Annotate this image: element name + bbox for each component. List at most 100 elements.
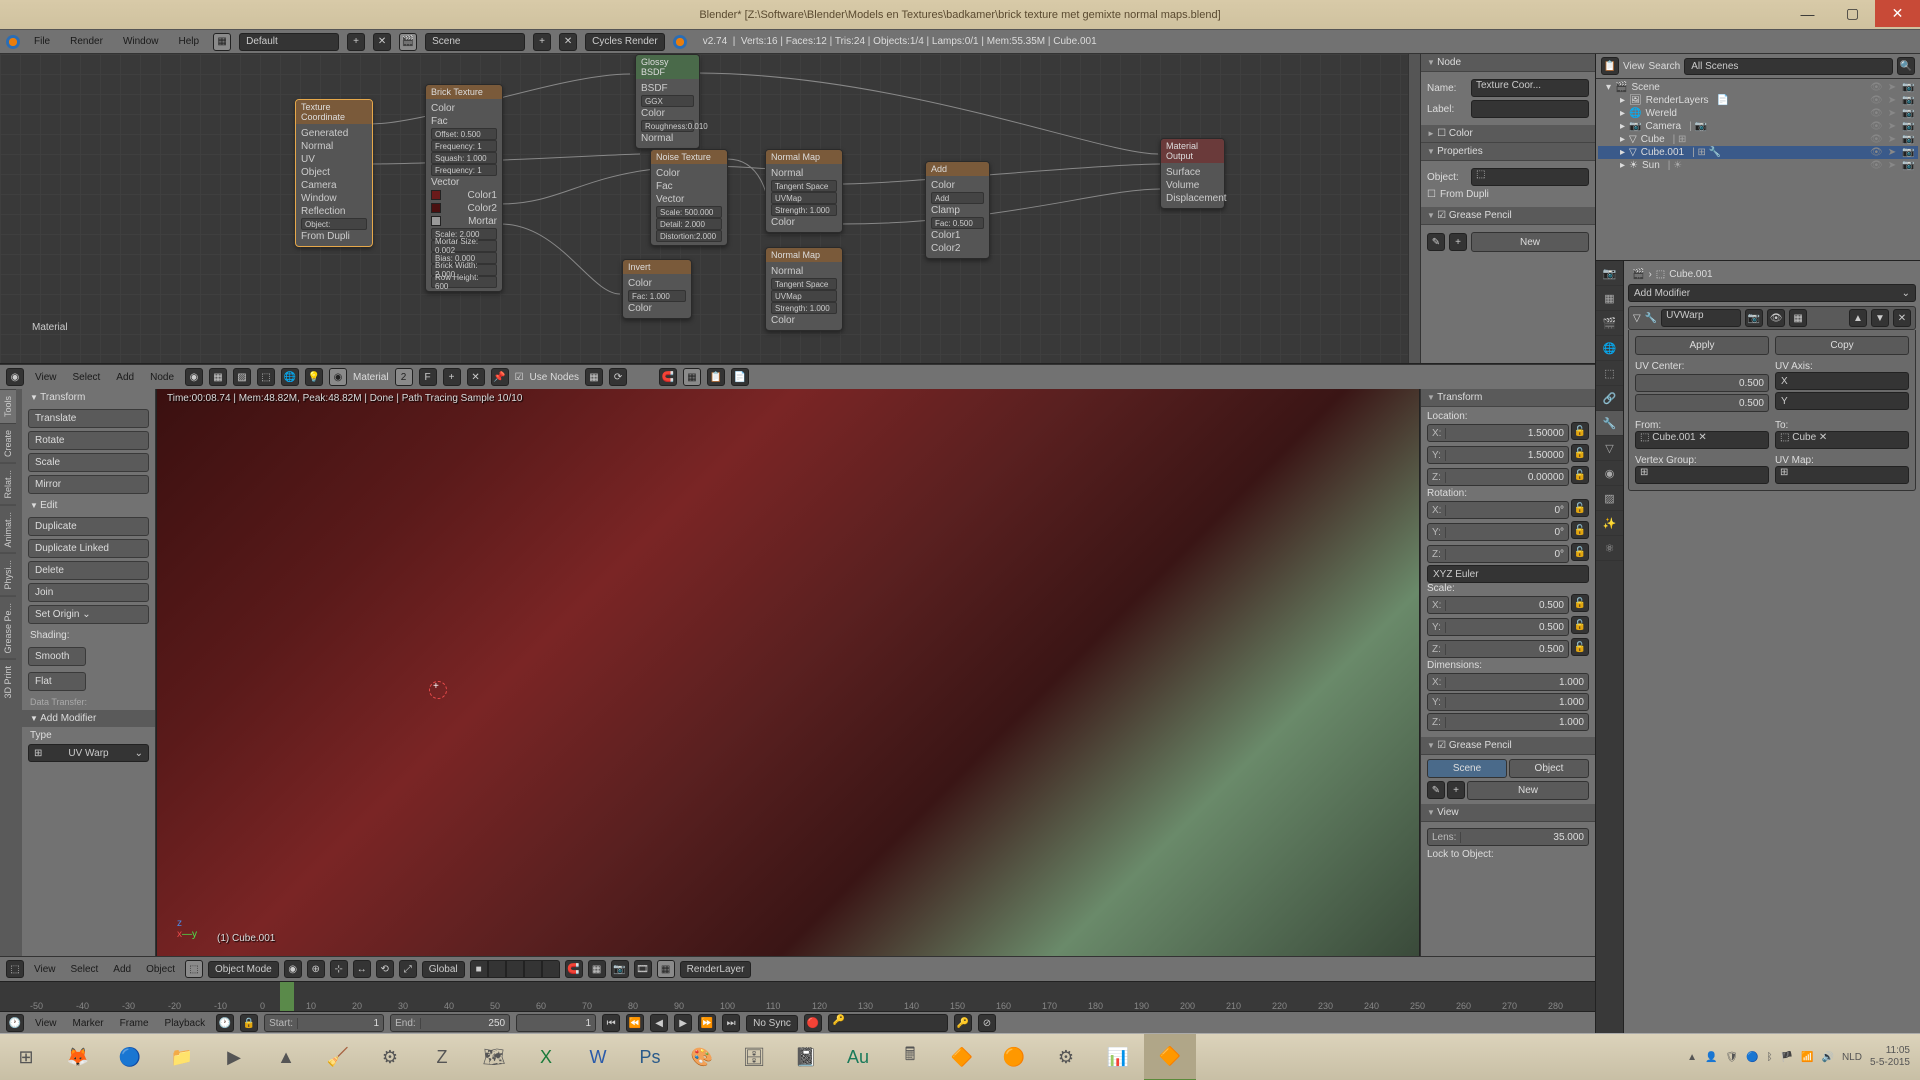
shader-tree-icon[interactable]: ◉ — [185, 368, 203, 386]
dim-x-field[interactable]: 1.000 — [1446, 677, 1588, 688]
gp-data-browse-icon[interactable]: ✎ — [1427, 781, 1445, 799]
outliner-row-wereld[interactable]: ▸🌐Wereld👁➤📷 — [1598, 107, 1918, 120]
node-mix-add[interactable]: Add Color Add Clamp Fac: 0.500 Color1 Co… — [925, 161, 990, 259]
tooltab-tools[interactable]: Tools — [0, 389, 16, 423]
keying-set-field[interactable]: 🔑 — [828, 1014, 948, 1032]
outliner-row-cube-001[interactable]: ▸▽Cube.001| ⊞ 🔧👁➤📷 — [1598, 146, 1918, 159]
outliner-tree[interactable]: ▾🎬Scene👁➤📷▸🖼RenderLayers📄👁➤📷▸🌐Wereld👁➤📷▸… — [1596, 79, 1920, 260]
flat-button[interactable]: Flat — [28, 672, 86, 691]
taskbar-blender-active-icon[interactable]: 🔶 — [1144, 1034, 1196, 1080]
n-transform-header[interactable]: Transform — [1421, 389, 1595, 407]
start-button[interactable]: ⊞ — [0, 1034, 52, 1080]
tlmenu-frame[interactable]: Frame — [115, 1018, 154, 1029]
scale-x-lock-icon[interactable]: 🔓 — [1571, 594, 1589, 612]
tray-date-label[interactable]: 5-5-2015 — [1870, 1057, 1910, 1069]
gp-new-button[interactable]: New — [1471, 232, 1589, 252]
modifier-header[interactable]: ▽ 🔧 UVWarp 📷 👁 ▦ ▲ ▼ ✕ — [1628, 306, 1916, 330]
backdrop-icon[interactable]: ▦ — [585, 368, 603, 386]
use-nodes-checkbox[interactable]: ☑ — [515, 372, 524, 383]
tlmenu-marker[interactable]: Marker — [68, 1018, 109, 1029]
layer-button-5[interactable] — [542, 960, 560, 978]
set-origin-dropdown[interactable]: Set Origin ⌄ — [28, 605, 149, 624]
modifier-viewport-vis-icon[interactable]: 👁 — [1767, 309, 1785, 327]
rot-y-field[interactable]: 0° — [1446, 527, 1568, 538]
tray-bluetooth-icon[interactable]: ᛒ — [1767, 1052, 1773, 1063]
system-tray[interactable]: ▲ 👤 🛡 🔵 ᛒ 🏴 📶 🔊 NLD 11:05 5-5-2015 — [1677, 1045, 1920, 1069]
layer-button-3[interactable] — [506, 960, 524, 978]
duplicate-linked-button[interactable]: Duplicate Linked — [28, 539, 149, 558]
taskbar-app-icon[interactable]: 🔵 — [104, 1034, 156, 1080]
scale-z-lock-icon[interactable]: 🔓 — [1571, 638, 1589, 656]
jump-end-button[interactable]: ⏭ — [722, 1014, 740, 1032]
rot-z-field[interactable]: 0° — [1446, 549, 1568, 560]
breadcrumb-object-label[interactable]: Cube.001 — [1669, 269, 1712, 280]
scene-dropdown[interactable]: Scene — [425, 33, 525, 51]
scale-y-lock-icon[interactable]: 🔓 — [1571, 616, 1589, 634]
keyframe-next-button[interactable]: ⏩ — [698, 1014, 716, 1032]
tooltab-create[interactable]: Create — [0, 423, 16, 463]
node-material-output[interactable]: Material Output Surface Volume Displacem… — [1160, 138, 1225, 209]
tab-render[interactable]: 📷 — [1596, 261, 1623, 286]
loc-x-field[interactable]: 1.50000 — [1446, 428, 1568, 439]
node-texture-coordinate[interactable]: Texture Coordinate Generated Normal UV O… — [295, 99, 373, 247]
blender-logo-icon[interactable] — [6, 35, 20, 49]
mirror-button[interactable]: Mirror — [28, 475, 149, 494]
rot-y-lock-icon[interactable]: 🔓 — [1571, 521, 1589, 539]
outliner-row-cube[interactable]: ▸▽Cube| ⊞👁➤📷 — [1598, 133, 1918, 146]
n-view-header[interactable]: View — [1421, 804, 1595, 822]
rotate-button[interactable]: Rotate — [28, 431, 149, 450]
compositor-tree-icon[interactable]: ▦ — [209, 368, 227, 386]
tab-data[interactable]: ▽ — [1596, 436, 1623, 461]
taskbar-word-icon[interactable]: W — [572, 1034, 624, 1080]
sync-dropdown[interactable]: No Sync — [746, 1015, 798, 1032]
modifier-delete-button[interactable]: ✕ — [1893, 309, 1911, 327]
menu-help[interactable]: Help — [173, 36, 206, 47]
window-minimize-button[interactable]: — — [1785, 0, 1830, 27]
gp-object-tab[interactable]: Object — [1509, 759, 1589, 778]
end-frame-field[interactable]: 250 — [421, 1018, 509, 1029]
lamp-shader-icon[interactable]: 💡 — [305, 368, 323, 386]
taskbar-calc-icon[interactable]: 🖩 — [884, 1034, 936, 1080]
snap-icon[interactable]: 🧲 — [659, 368, 677, 386]
manip-translate-icon[interactable]: ↔ — [353, 960, 371, 978]
layout-delete-button[interactable]: ✕ — [373, 33, 391, 51]
uvmap-field[interactable]: ⊞ — [1775, 466, 1909, 484]
tab-texture[interactable]: ▨ — [1596, 486, 1623, 511]
taskbar-audition-icon[interactable]: Au — [832, 1034, 884, 1080]
texture-tree-icon[interactable]: ▨ — [233, 368, 251, 386]
tab-object[interactable]: ⬚ — [1596, 361, 1623, 386]
autoupdate-icon[interactable]: ⟳ — [609, 368, 627, 386]
menu-file[interactable]: File — [28, 36, 56, 47]
modifier-moveup-button[interactable]: ▲ — [1849, 309, 1867, 327]
taskbar-firefox-icon[interactable]: 🦊 — [52, 1034, 104, 1080]
viewmenu-object[interactable]: Object — [141, 964, 180, 975]
tlmenu-playback[interactable]: Playback — [160, 1018, 211, 1029]
tooltab-physics[interactable]: Physi... — [0, 553, 16, 596]
taskbar-explorer-icon[interactable]: 📁 — [156, 1034, 208, 1080]
translate-button[interactable]: Translate — [28, 409, 149, 428]
taskbar-vlc-icon[interactable]: ▲ — [260, 1034, 312, 1080]
gp-browse-icon[interactable]: ✎ — [1427, 233, 1445, 251]
viewmenu-add[interactable]: Add — [108, 964, 136, 975]
outliner-search-menu[interactable]: Search — [1649, 61, 1681, 72]
pin-icon[interactable]: 📌 — [491, 368, 509, 386]
modifier-copy-button[interactable]: Copy — [1775, 336, 1909, 355]
delete-button[interactable]: Delete — [28, 561, 149, 580]
node-normal-map-1[interactable]: Normal Map Normal Tangent Space UVMap St… — [765, 149, 843, 233]
render-engine-dropdown[interactable]: Cycles Render — [585, 33, 665, 51]
window-close-button[interactable]: ✕ — [1875, 0, 1920, 27]
tray-icon-1[interactable]: 👤 — [1705, 1052, 1717, 1063]
lens-field[interactable]: 35.000 — [1461, 832, 1588, 843]
tray-lang-label[interactable]: NLD — [1842, 1052, 1862, 1063]
material-delete-button[interactable]: ✕ — [467, 368, 485, 386]
material-fake-user[interactable]: F — [419, 368, 437, 386]
scale-x-field[interactable]: 0.500 — [1446, 600, 1568, 611]
nodemenu-view[interactable]: View — [30, 372, 62, 383]
tab-material[interactable]: ◉ — [1596, 461, 1623, 486]
outliner-view-menu[interactable]: View — [1623, 61, 1645, 72]
tooltab-3dprint[interactable]: 3D Print — [0, 659, 16, 705]
npanel-props-header[interactable]: Properties — [1421, 143, 1595, 161]
menu-render[interactable]: Render — [64, 36, 109, 47]
loc-y-lock-icon[interactable]: 🔓 — [1571, 444, 1589, 462]
nodemenu-node[interactable]: Node — [145, 372, 179, 383]
